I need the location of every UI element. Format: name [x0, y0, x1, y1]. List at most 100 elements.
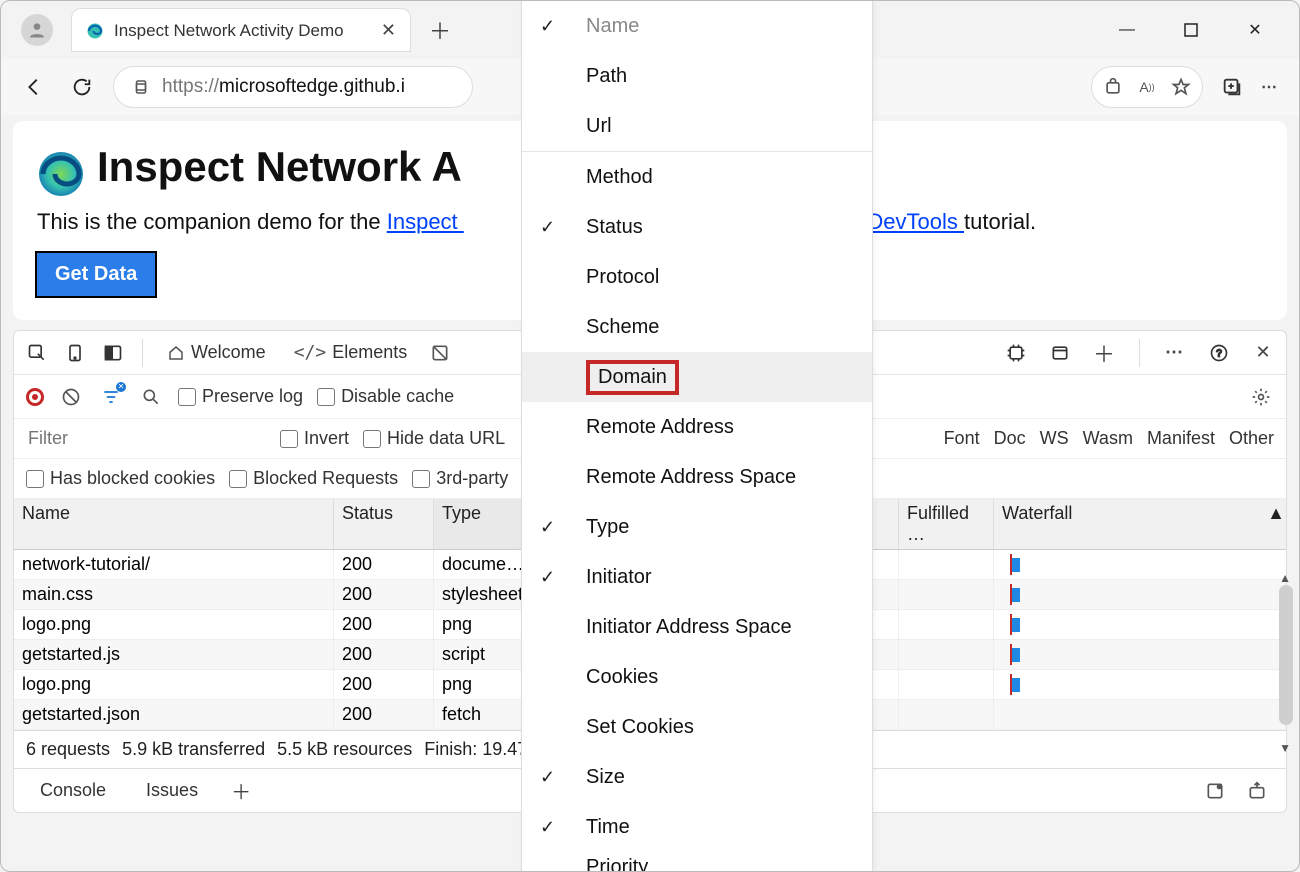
new-tab-button[interactable]: ＋ [423, 13, 457, 47]
read-aloud-icon[interactable]: A)) [1134, 74, 1160, 100]
col-type[interactable]: Type [434, 499, 529, 550]
blocked-requests-checkbox[interactable]: Blocked Requests [229, 468, 398, 489]
type-wasm[interactable]: Wasm [1083, 428, 1133, 449]
drawer-issues[interactable]: Issues [136, 774, 208, 807]
maximize-icon[interactable] [1181, 20, 1201, 40]
cell[interactable]: getstarted.json [14, 700, 334, 730]
network-settings-icon[interactable] [1248, 384, 1274, 410]
menu-set-cookies[interactable]: Set Cookies [522, 702, 872, 752]
menu-priority[interactable]: Priority [522, 852, 872, 872]
cell[interactable]: logo.png [14, 670, 334, 700]
invert-checkbox[interactable]: Invert [280, 428, 349, 449]
menu-protocol[interactable]: Protocol [522, 252, 872, 302]
cell: 200 [334, 640, 434, 670]
device-emulation-icon[interactable] [62, 340, 88, 366]
toolbar-actions: A)) [1091, 66, 1203, 108]
drawer-expand-icon[interactable] [1244, 778, 1270, 804]
dock-side-icon[interactable] [100, 340, 126, 366]
search-icon[interactable] [138, 384, 164, 410]
cell[interactable]: logo.png [14, 610, 334, 640]
profile-avatar[interactable] [21, 14, 53, 46]
menu-path[interactable]: Path [522, 51, 872, 101]
tab-elements[interactable]: </> Elements [286, 342, 416, 363]
menu-name[interactable]: ✓Name [522, 1, 872, 51]
type-ws[interactable]: WS [1040, 428, 1069, 449]
blocked-cookies-checkbox[interactable]: Has blocked cookies [26, 468, 215, 489]
application-icon[interactable] [1047, 340, 1073, 366]
hide-data-urls-checkbox[interactable]: Hide data URL [363, 428, 505, 449]
sources-icon[interactable] [427, 340, 453, 366]
drawer-console[interactable]: Console [30, 774, 116, 807]
more-icon[interactable]: ⋯ [1257, 74, 1283, 100]
menu-type[interactable]: ✓Type [522, 502, 872, 552]
link-inspect[interactable]: Inspect [387, 209, 464, 234]
cell[interactable]: network-tutorial/ [14, 550, 334, 580]
browser-tab[interactable]: Inspect Network Activity Demo ✕ [71, 8, 411, 52]
edge-icon [86, 22, 104, 40]
memory-icon[interactable] [1003, 340, 1029, 366]
preserve-log[interactable]: Preserve log [178, 386, 303, 407]
drawer-add-icon[interactable]: ＋ [228, 778, 254, 804]
col-status[interactable]: Status [334, 499, 434, 550]
home-icon [167, 344, 185, 362]
person-icon [27, 20, 47, 40]
add-panel-icon[interactable]: ＋ [1091, 340, 1117, 366]
favorite-icon[interactable] [1168, 74, 1194, 100]
drawer-errors-icon[interactable] [1202, 778, 1228, 804]
cell: 200 [334, 580, 434, 610]
help-icon[interactable]: ? [1206, 340, 1232, 366]
menu-domain[interactable]: Domain [522, 352, 872, 402]
collections-icon[interactable] [1219, 74, 1245, 100]
devtools-close-icon[interactable]: ✕ [1250, 340, 1276, 366]
cell[interactable]: getstarted.js [14, 640, 334, 670]
shopping-icon[interactable] [1100, 74, 1126, 100]
tab-title: Inspect Network Activity Demo [114, 21, 344, 41]
scroll-down-icon[interactable]: ▼ [1279, 741, 1291, 755]
clear-icon[interactable] [58, 384, 84, 410]
get-data-button[interactable]: Get Data [37, 253, 155, 296]
menu-method[interactable]: Method [522, 152, 872, 202]
type-manifest[interactable]: Manifest [1147, 428, 1215, 449]
menu-remote-address[interactable]: Remote Address [522, 402, 872, 452]
menu-remote-address-space[interactable]: Remote Address Space [522, 452, 872, 502]
close-tab-icon[interactable]: ✕ [381, 20, 396, 41]
col-fulfilled[interactable]: Fulfilled … [899, 499, 994, 550]
menu-size[interactable]: ✓Size [522, 752, 872, 802]
svg-text:?: ? [1216, 348, 1222, 359]
cell: fetch [434, 700, 529, 730]
cell: 200 [334, 700, 434, 730]
third-party-checkbox[interactable]: 3rd-party [412, 468, 508, 489]
cell: 200 [334, 550, 434, 580]
record-icon[interactable] [26, 388, 44, 406]
back-icon[interactable] [17, 70, 51, 104]
disable-cache[interactable]: Disable cache [317, 386, 454, 407]
menu-url[interactable]: Url [522, 101, 872, 151]
menu-time[interactable]: ✓Time [522, 802, 872, 852]
menu-status[interactable]: ✓Status [522, 202, 872, 252]
minimize-icon[interactable]: — [1117, 20, 1137, 40]
filter-icon[interactable]: ✕ [98, 384, 124, 410]
menu-scheme[interactable]: Scheme [522, 302, 872, 352]
refresh-icon[interactable] [65, 70, 99, 104]
address-bar[interactable]: https://microsoftedge.github.i [113, 66, 473, 108]
type-doc[interactable]: Doc [994, 428, 1026, 449]
tab-welcome[interactable]: Welcome [159, 342, 274, 363]
inspect-element-icon[interactable] [24, 340, 50, 366]
col-name[interactable]: Name [14, 499, 334, 550]
site-info-icon[interactable] [132, 78, 150, 96]
col-waterfall[interactable]: Waterfall▲ [994, 499, 1287, 550]
menu-initiator-address-space[interactable]: Initiator Address Space [522, 602, 872, 652]
column-context-menu: ✓Name Path Url Method ✓Status Protocol S… [521, 1, 873, 872]
scroll-up-icon[interactable]: ▲ [1279, 571, 1291, 585]
close-icon[interactable]: ✕ [1245, 20, 1265, 40]
scrollbar[interactable] [1279, 585, 1293, 725]
devtools-more-icon[interactable]: ⋯ [1162, 340, 1188, 366]
filter-input[interactable] [26, 427, 266, 450]
cell: 200 [334, 610, 434, 640]
cell[interactable]: main.css [14, 580, 334, 610]
cell: docume… [434, 550, 529, 580]
menu-cookies[interactable]: Cookies [522, 652, 872, 702]
type-font[interactable]: Font [944, 428, 980, 449]
menu-initiator[interactable]: ✓Initiator [522, 552, 872, 602]
type-other[interactable]: Other [1229, 428, 1274, 449]
